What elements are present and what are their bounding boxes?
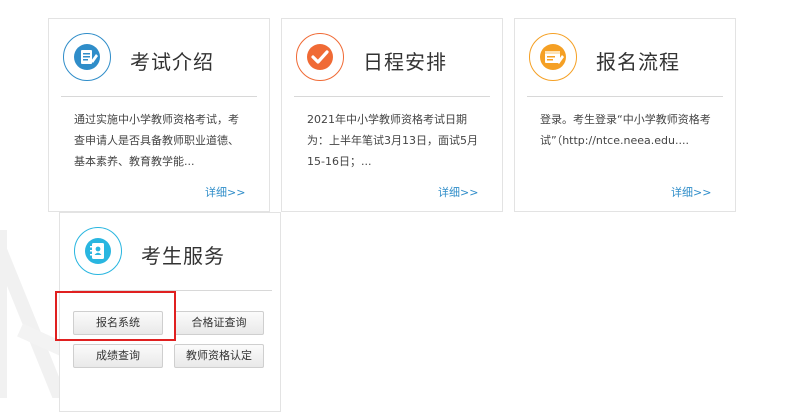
- card-title: 报名流程: [596, 50, 680, 74]
- certificate-query-button[interactable]: 合格证查询: [174, 311, 264, 335]
- score-query-button[interactable]: 成绩查询: [73, 344, 163, 368]
- teacher-qualification-button[interactable]: 教师资格认定: [174, 344, 264, 368]
- document-edit-icon: [63, 33, 111, 81]
- card-registration-process: 报名流程 登录。考生登录“中小学教师资格考试”（http://ntce.neea…: [514, 18, 736, 212]
- browser-edit-icon: [529, 33, 577, 81]
- contacts-book-icon: [74, 227, 122, 275]
- card-title: 考生服务: [141, 244, 225, 268]
- card-description: 登录。考生登录“中小学教师资格考试”（http://ntce.neea.edu.…: [540, 113, 711, 147]
- details-link[interactable]: 详细>>: [671, 184, 711, 200]
- divider: [294, 96, 490, 97]
- card-description: 2021年中小学教师资格考试日期为：上半年笔试3月13日，面试5月15-16日；…: [307, 113, 478, 168]
- divider: [72, 290, 272, 291]
- card-exam-intro: 考试介绍 通过实施中小学教师资格考试，考查申请人是否具备教师职业道德、基本素养、…: [48, 18, 270, 212]
- card-title: 日程安排: [363, 50, 447, 74]
- details-link[interactable]: 详细>>: [205, 184, 245, 200]
- registration-system-button[interactable]: 报名系统: [73, 311, 163, 335]
- divider: [527, 96, 723, 97]
- card-description: 通过实施中小学教师资格考试，考查申请人是否具备教师职业道德、基本素养、教育教学能…: [74, 113, 239, 168]
- card-schedule: 日程安排 2021年中小学教师资格考试日期为：上半年笔试3月13日，面试5月15…: [281, 18, 503, 212]
- checkmark-icon: [296, 33, 344, 81]
- divider: [61, 96, 257, 97]
- card-title: 考试介绍: [130, 50, 214, 74]
- details-link[interactable]: 详细>>: [438, 184, 478, 200]
